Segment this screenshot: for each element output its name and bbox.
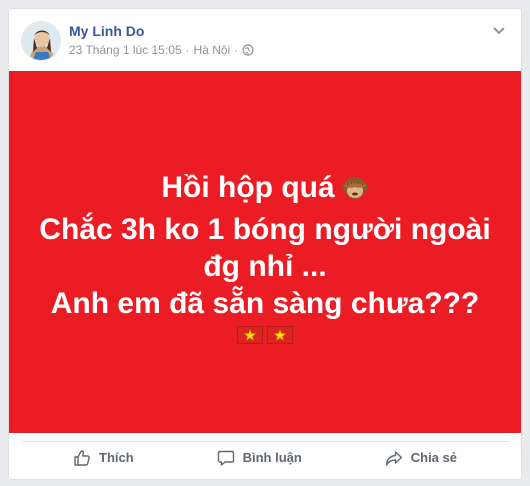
post-meta: 23 Tháng 1 lúc 15:05 · Hà Nội · bbox=[69, 43, 254, 57]
vietnam-flag-icon bbox=[267, 326, 293, 344]
globe-icon[interactable] bbox=[242, 44, 254, 56]
author-name[interactable]: My Linh Do bbox=[69, 23, 144, 39]
post-actions: Thích Bình luận Chia sẻ bbox=[21, 441, 509, 473]
avatar[interactable] bbox=[21, 21, 61, 61]
meta-separator: · bbox=[185, 43, 190, 57]
banner-line-1-text: Hồi hộp quá bbox=[161, 171, 335, 204]
post-timestamp[interactable]: 23 Tháng 1 lúc 15:05 bbox=[69, 43, 182, 57]
share-button[interactable]: Chia sẻ bbox=[385, 449, 457, 467]
post-card: My Linh Do 23 Tháng 1 lúc 15:05 · Hà Nội… bbox=[8, 8, 522, 480]
thumbs-up-icon bbox=[74, 449, 90, 466]
banner-line-1: Hồi hộp quá bbox=[9, 169, 521, 211]
meta-separator-2: · bbox=[234, 43, 239, 57]
banner-line-2: Chắc 3h ko 1 bóng người ngoài bbox=[39, 213, 491, 246]
banner-line-3: đg nhỉ ... bbox=[203, 250, 327, 283]
see-no-evil-monkey-icon bbox=[341, 174, 369, 211]
banner-line-4: Anh em đã sẵn sàng chưa??? bbox=[50, 287, 480, 320]
chevron-down-icon[interactable] bbox=[491, 23, 507, 39]
flag-row bbox=[9, 326, 521, 344]
share-icon bbox=[385, 450, 402, 466]
comment-icon bbox=[217, 450, 234, 466]
share-label: Chia sẻ bbox=[410, 450, 457, 465]
like-label: Thích bbox=[99, 450, 134, 465]
comment-label: Bình luận bbox=[242, 450, 302, 465]
banner-text: Hồi hộp quá Chắc 3h ko 1 bóng người ngoà… bbox=[9, 169, 521, 322]
comment-button[interactable]: Bình luận bbox=[217, 449, 302, 467]
like-button[interactable]: Thích bbox=[73, 449, 134, 467]
post-banner: Hồi hộp quá Chắc 3h ko 1 bóng người ngoà… bbox=[9, 71, 521, 433]
avatar-image bbox=[22, 22, 60, 60]
post-header: My Linh Do 23 Tháng 1 lúc 15:05 · Hà Nội… bbox=[9, 9, 521, 71]
post-location[interactable]: Hà Nội bbox=[194, 43, 231, 57]
vietnam-flag-icon bbox=[237, 326, 263, 344]
